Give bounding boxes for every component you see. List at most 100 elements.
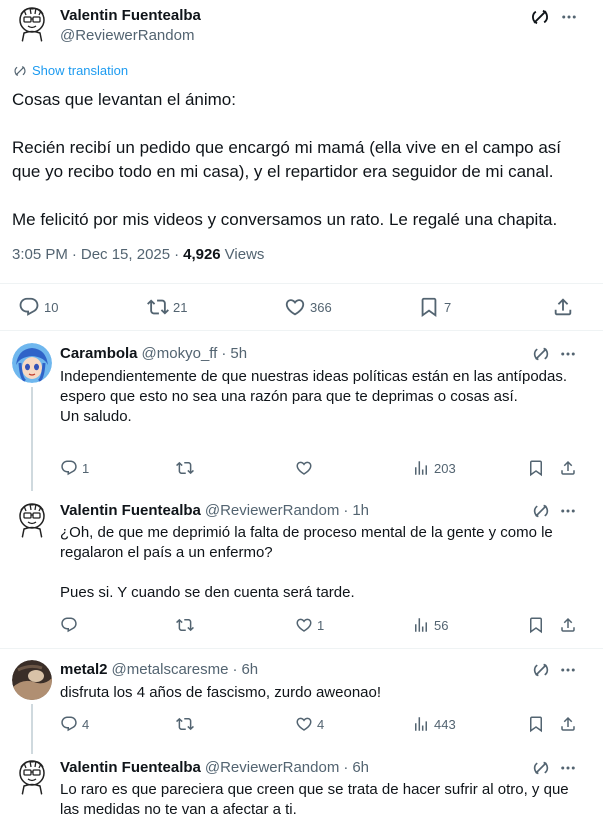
reply-icon xyxy=(60,459,78,477)
show-translation-label: Show translation xyxy=(32,63,129,78)
reply-author-name[interactable]: Carambola xyxy=(60,345,138,362)
more-options-icon[interactable] xyxy=(559,502,577,520)
like-count: 366 xyxy=(310,299,332,315)
share-button[interactable] xyxy=(559,459,577,477)
share-icon xyxy=(559,715,577,733)
reply-icon xyxy=(18,296,40,318)
bookmark-button[interactable] xyxy=(527,616,545,634)
reply-count: 4 xyxy=(82,716,90,732)
divider xyxy=(0,283,603,284)
meta-separator: · xyxy=(174,246,180,263)
views-label: Views xyxy=(224,246,265,263)
post-time[interactable]: 3:05 PM xyxy=(12,246,68,263)
doodle-avatar-icon xyxy=(12,4,52,44)
share-button[interactable] xyxy=(559,616,577,634)
views-count: 443 xyxy=(434,716,456,732)
bookmark-icon xyxy=(527,616,545,634)
views-button[interactable]: 56 xyxy=(412,616,448,634)
share-button[interactable] xyxy=(552,296,574,318)
reply-header: Valentin Fuentealba @ReviewerRandom · 6h xyxy=(60,759,369,776)
reply-author-name[interactable]: Valentin Fuentealba xyxy=(60,502,201,519)
more-options-icon[interactable] xyxy=(559,345,577,363)
divider xyxy=(0,330,603,331)
bookmark-icon xyxy=(527,459,545,477)
reply-author-name[interactable]: Valentin Fuentealba xyxy=(60,759,201,776)
grok-icon[interactable] xyxy=(532,661,550,679)
more-options-icon[interactable] xyxy=(559,661,577,679)
like-count: 4 xyxy=(317,716,325,732)
author-avatar[interactable] xyxy=(12,4,52,44)
reply-count: 10 xyxy=(44,299,59,315)
reply-time[interactable]: 6h xyxy=(241,661,258,678)
reply-avatar[interactable] xyxy=(12,343,52,383)
repost-button[interactable] xyxy=(176,459,198,477)
views-count: 56 xyxy=(434,617,449,633)
repost-button[interactable] xyxy=(176,616,198,634)
repost-button[interactable] xyxy=(176,715,198,733)
like-icon xyxy=(295,459,313,477)
like-button[interactable]: 366 xyxy=(284,296,332,318)
bookmark-icon xyxy=(527,715,545,733)
views-icon xyxy=(412,715,430,733)
reply-button[interactable] xyxy=(60,616,82,634)
grok-icon[interactable] xyxy=(532,759,550,777)
repost-button[interactable]: 21 xyxy=(147,296,187,318)
bookmark-button[interactable]: 7 xyxy=(418,296,451,318)
like-count: 1 xyxy=(317,617,325,633)
views-count: 203 xyxy=(434,460,456,476)
more-options-icon[interactable] xyxy=(560,8,578,26)
doodle-avatar-icon xyxy=(12,757,52,797)
reply-icon xyxy=(60,616,78,634)
reply-author-handle[interactable]: @metalscaresme xyxy=(112,661,229,678)
reply-time[interactable]: 5h xyxy=(230,345,247,362)
post-date[interactable]: Dec 15, 2025 xyxy=(81,246,170,263)
reply-avatar[interactable] xyxy=(12,660,52,700)
reply-icon xyxy=(60,715,78,733)
reply-count: 1 xyxy=(82,460,90,476)
bookmark-icon xyxy=(418,296,440,318)
grok-icon[interactable] xyxy=(532,502,550,520)
reply-avatar[interactable] xyxy=(12,757,52,797)
translate-icon xyxy=(13,64,27,78)
views-icon xyxy=(412,459,430,477)
share-icon xyxy=(559,616,577,634)
thread-line xyxy=(31,387,33,491)
like-icon xyxy=(295,616,313,634)
share-button[interactable] xyxy=(559,715,577,733)
share-icon xyxy=(559,459,577,477)
meta-separator: · xyxy=(221,345,227,362)
post-meta: 3:05 PM · Dec 15, 2025 · 4,926 Views xyxy=(12,246,264,263)
reply-author-handle[interactable]: @mokyo_ff xyxy=(142,345,218,362)
views-button[interactable]: 443 xyxy=(412,715,456,733)
author-name[interactable]: Valentin Fuentealba xyxy=(60,7,201,24)
reply-author-name[interactable]: metal2 xyxy=(60,661,108,678)
reply-time[interactable]: 6h xyxy=(352,759,369,776)
author-handle[interactable]: @ReviewerRandom xyxy=(60,27,194,44)
photo-avatar-icon xyxy=(12,660,52,700)
like-icon xyxy=(284,296,306,318)
reply-header: metal2 @metalscaresme · 6h xyxy=(60,661,258,678)
reply-button[interactable]: 1 xyxy=(60,459,89,477)
reply-author-handle[interactable]: @ReviewerRandom xyxy=(205,502,339,519)
reply-avatar[interactable] xyxy=(12,500,52,540)
bookmark-button[interactable] xyxy=(527,459,545,477)
grok-icon[interactable] xyxy=(532,345,550,363)
reply-text: Lo raro es que pareciera que creen que s… xyxy=(60,781,569,818)
reply-button[interactable]: 4 xyxy=(60,715,89,733)
reply-author-handle[interactable]: @ReviewerRandom xyxy=(205,759,339,776)
more-options-icon[interactable] xyxy=(559,759,577,777)
reply-time[interactable]: 1h xyxy=(352,502,369,519)
repost-count: 21 xyxy=(173,299,188,315)
like-button[interactable]: 4 xyxy=(295,715,324,733)
divider xyxy=(0,648,603,649)
share-icon xyxy=(552,296,574,318)
bookmark-button[interactable] xyxy=(527,715,545,733)
show-translation-link[interactable]: Show translation xyxy=(13,63,128,78)
reply-text: ¿Oh, de que me deprimió la falta de proc… xyxy=(60,524,553,601)
grok-icon[interactable] xyxy=(530,7,550,27)
like-button[interactable] xyxy=(295,459,317,477)
like-button[interactable]: 1 xyxy=(295,616,324,634)
reply-button[interactable]: 10 xyxy=(18,296,58,318)
meta-separator: · xyxy=(343,759,349,776)
views-button[interactable]: 203 xyxy=(412,459,456,477)
